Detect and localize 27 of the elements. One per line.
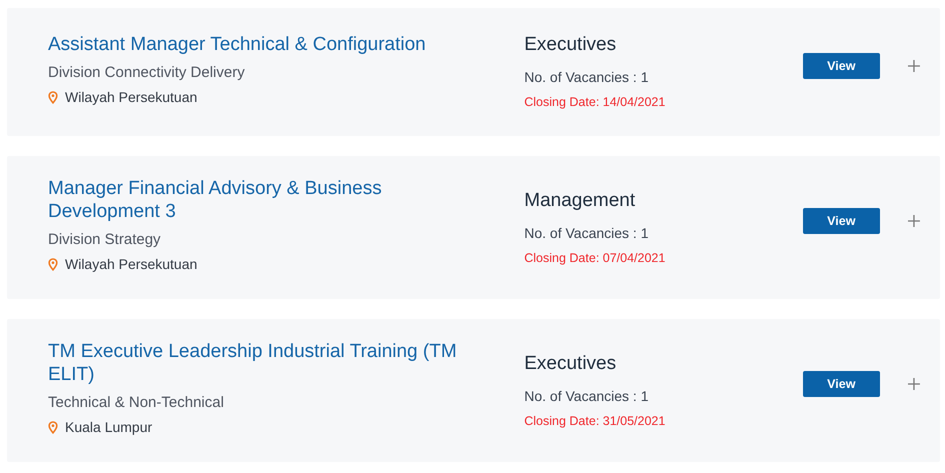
- location-text: Wilayah Persekutuan: [65, 256, 198, 272]
- plus-icon[interactable]: [908, 378, 920, 390]
- vacancies-text: No. of Vacancies : 1: [524, 69, 648, 85]
- location-text: Kuala Lumpur: [65, 419, 152, 435]
- view-button[interactable]: View: [802, 371, 880, 397]
- division-text: Division Strategy: [48, 231, 161, 248]
- view-button[interactable]: View: [802, 52, 880, 78]
- division-text: Technical & Non-Technical: [48, 394, 224, 411]
- location-pin-icon: [48, 258, 58, 270]
- vacancies-text: No. of Vacancies : 1: [524, 224, 648, 240]
- location-pin-icon: [48, 420, 58, 434]
- job-title-link[interactable]: Assistant Manager Technical & Configuration: [48, 32, 426, 56]
- category-text: Executives: [524, 352, 616, 374]
- plus-icon[interactable]: [908, 215, 920, 227]
- closing-date-text: Closing Date: 31/05/2021: [524, 414, 666, 428]
- plus-icon[interactable]: [908, 60, 920, 72]
- closing-date-text: Closing Date: 07/04/2021: [524, 250, 666, 264]
- closing-date-text: Closing Date: 14/04/2021: [524, 95, 666, 109]
- vacancies-text: No. of Vacancies : 1: [524, 388, 648, 404]
- division-text: Division Connectivity Delivery: [48, 64, 245, 81]
- job-title-link[interactable]: Manager Financial Advisory & Business Development 3: [48, 176, 486, 223]
- location-pin-icon: [48, 90, 58, 104]
- category-text: Management: [524, 190, 636, 212]
- category-text: Executives: [524, 34, 616, 56]
- view-button[interactable]: View: [802, 208, 880, 234]
- job-title-link[interactable]: TM Executive Leadership Industrial Training (TM ELIT): [48, 339, 486, 386]
- location-text: Wilayah Persekutuan: [65, 89, 198, 105]
